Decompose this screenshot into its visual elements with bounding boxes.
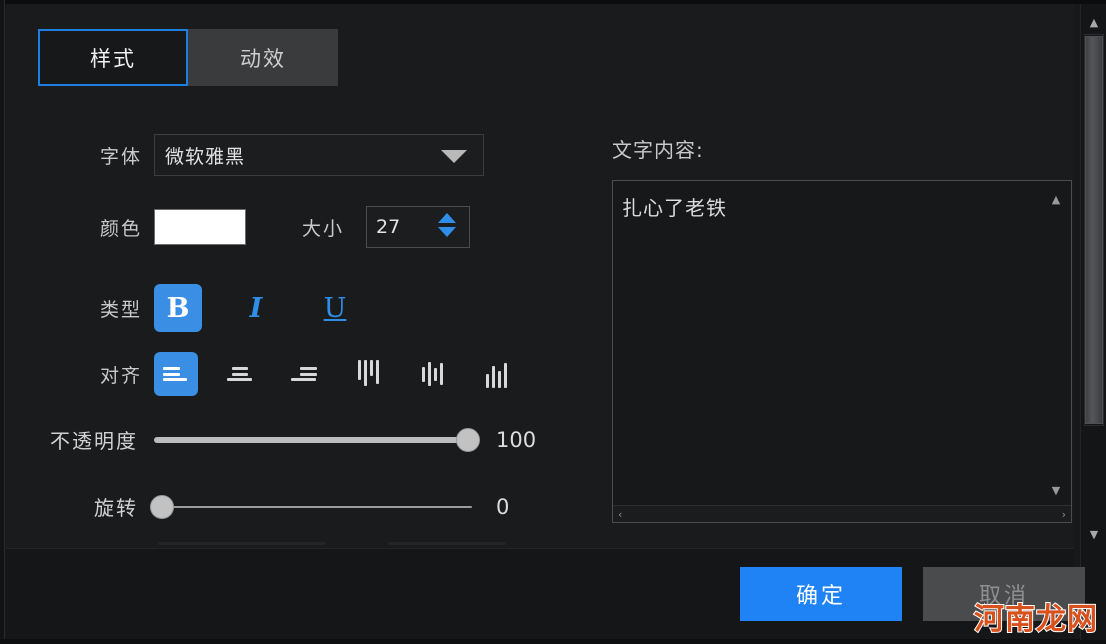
opacity-value: 100: [496, 427, 537, 452]
opacity-slider[interactable]: [154, 427, 480, 453]
align-middle-icon: [421, 360, 443, 388]
scrollbar-thumb[interactable]: [1085, 36, 1103, 424]
font-label: 字体: [99, 145, 142, 168]
rotation-slider-row: 旋转 0: [6, 492, 509, 521]
window-bottom-edge: [0, 639, 1106, 644]
rotation-slider[interactable]: [150, 494, 472, 520]
rotation-label: 旋转: [94, 496, 138, 520]
dialog-footer: 确定 取消: [6, 548, 1085, 639]
type-row: 类型 B I U: [6, 284, 606, 332]
align-label: 对齐: [99, 364, 142, 387]
align-bottom-button[interactable]: [474, 352, 518, 396]
type-label: 类型: [99, 298, 142, 321]
align-middle-button[interactable]: [410, 352, 454, 396]
stepper-down-icon[interactable]: [438, 227, 457, 237]
align-center-button[interactable]: [218, 352, 262, 396]
text-style-dialog: 样式 动效 字体 微软雅黑 颜色 大小 27 类型 B I U 对齐 不透明度 …: [0, 0, 1106, 644]
opacity-knob[interactable]: [456, 427, 480, 452]
textarea-scroll-down-icon[interactable]: ▼: [1049, 485, 1063, 496]
color-size-row: 颜色 大小 27: [6, 206, 606, 248]
opacity-slider-row: 不透明度 100: [6, 425, 536, 454]
font-row: 字体 微软雅黑: [6, 134, 606, 176]
align-center-icon: [227, 365, 253, 384]
textarea-horizontal-scrollbar[interactable]: ‹ ›: [613, 505, 1071, 522]
tab-bar: 样式 动效: [38, 29, 338, 86]
scrollbar-down-arrow-icon[interactable]: ▼: [1081, 522, 1106, 546]
text-content-textarea[interactable]: 扎心了老铁 ▲ ▼ ‹ ›: [612, 180, 1072, 523]
text-content-label: 文字内容:: [612, 138, 704, 162]
opacity-label: 不透明度: [50, 429, 138, 453]
stepper-arrows: [438, 213, 457, 237]
partial-slider-track-2[interactable]: [388, 542, 506, 545]
scrollbar-up-arrow-icon[interactable]: ▲: [1081, 10, 1106, 34]
align-right-icon: [291, 365, 317, 384]
align-right-button[interactable]: [282, 352, 326, 396]
rotation-value: 0: [496, 494, 510, 519]
align-bottom-icon: [485, 360, 507, 388]
font-family-select[interactable]: 微软雅黑: [154, 134, 484, 176]
tab-style-label: 样式: [90, 46, 136, 71]
dialog-vertical-scrollbar[interactable]: ▲ ▼: [1080, 4, 1106, 640]
color-swatch[interactable]: [154, 209, 246, 245]
font-size-value: 27: [376, 216, 401, 238]
tab-animation[interactable]: 动效: [188, 29, 338, 86]
align-left-button[interactable]: [154, 352, 198, 396]
align-top-icon: [357, 360, 379, 388]
confirm-button-label: 确定: [795, 584, 846, 609]
partial-slider-track-1[interactable]: [158, 542, 326, 545]
italic-button[interactable]: I: [232, 284, 280, 332]
text-content-panel: 文字内容: 扎心了老铁 ▲ ▼ ‹ ›: [612, 134, 1074, 523]
textarea-scroll-up-icon[interactable]: ▲: [1049, 194, 1063, 205]
confirm-button[interactable]: 确定: [740, 567, 902, 621]
align-left-icon: [163, 365, 189, 384]
window-left-edge: [0, 0, 5, 644]
chevron-down-icon: [441, 150, 467, 163]
size-label: 大小: [302, 217, 345, 240]
align-row: 对齐: [6, 352, 626, 396]
tab-animation-label: 动效: [240, 46, 286, 71]
underline-icon: U: [323, 292, 347, 324]
underline-button[interactable]: U: [311, 284, 359, 332]
tab-style[interactable]: 样式: [38, 29, 188, 86]
textarea-scroll-right-icon[interactable]: ›: [1062, 509, 1066, 520]
bold-icon: B: [166, 292, 190, 324]
color-label: 颜色: [99, 217, 142, 240]
site-watermark: 河南龙网: [973, 601, 1098, 638]
bold-button[interactable]: B: [154, 284, 202, 332]
font-size-stepper[interactable]: 27: [366, 206, 471, 248]
textarea-scroll-left-icon[interactable]: ‹: [618, 509, 622, 520]
stepper-up-icon[interactable]: [438, 213, 457, 223]
align-top-button[interactable]: [346, 352, 390, 396]
rotation-knob[interactable]: [150, 494, 174, 519]
rotation-track: [154, 505, 472, 508]
dialog-content: 样式 动效 字体 微软雅黑 颜色 大小 27 类型 B I U 对齐 不透明度 …: [6, 4, 1074, 548]
italic-icon: I: [249, 292, 263, 324]
font-family-value: 微软雅黑: [165, 145, 246, 168]
text-content-value: 扎心了老铁: [622, 196, 727, 220]
opacity-track: [154, 436, 472, 443]
